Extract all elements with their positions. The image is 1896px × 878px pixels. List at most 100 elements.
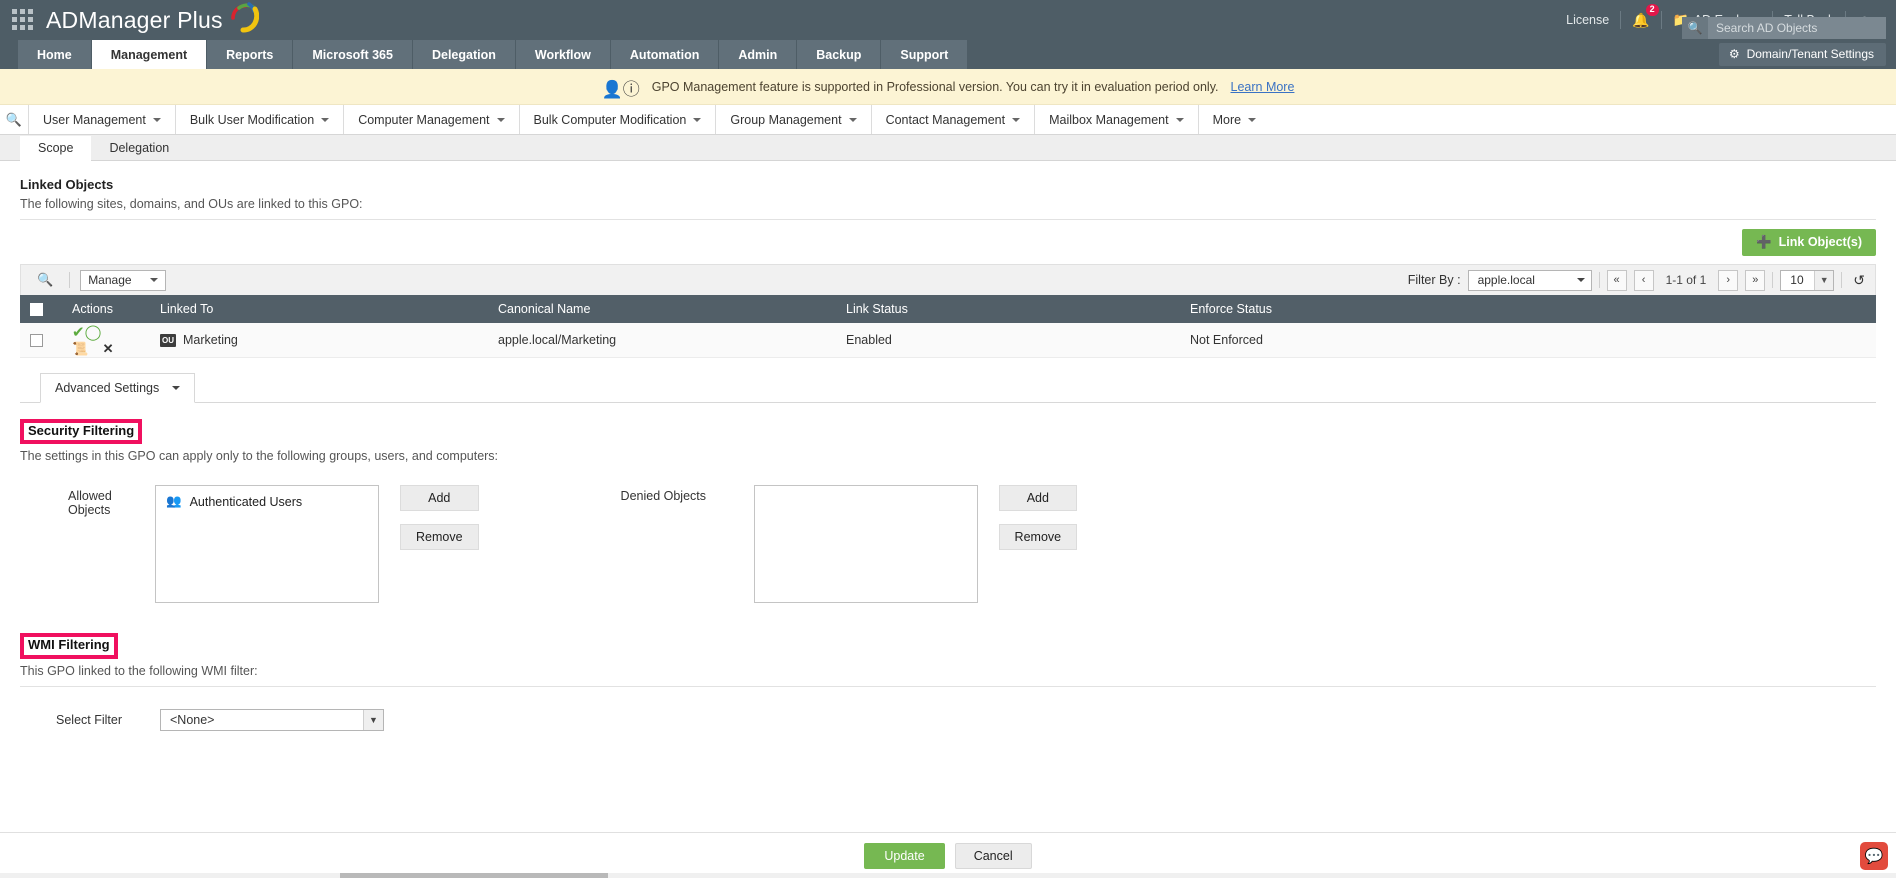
app-title-text: ADManager Plus bbox=[46, 6, 223, 33]
enforce-link-icon[interactable]: 📜 bbox=[72, 341, 88, 357]
domain-tenant-settings-button[interactable]: ⚙ Domain/Tenant Settings bbox=[1718, 43, 1886, 66]
nav-tab-backup[interactable]: Backup bbox=[797, 40, 882, 69]
submenu-item-label: Contact Management bbox=[885, 112, 1006, 127]
row-checkbox[interactable] bbox=[30, 334, 43, 348]
update-button[interactable]: Update bbox=[864, 842, 945, 869]
app-grid-icon[interactable] bbox=[12, 9, 34, 31]
nav-tab-support[interactable]: Support bbox=[881, 40, 969, 69]
table-row[interactable]: ✔◯ 📜 ✕ OU Marketing apple.local/Marketing… bbox=[20, 323, 1876, 358]
support-chat-icon[interactable]: 💬 bbox=[1860, 842, 1888, 870]
select-filter-row: Select Filter <None> ▼ bbox=[20, 708, 1876, 731]
submenu-item-mailbox-management[interactable]: Mailbox Management bbox=[1034, 105, 1198, 134]
submenu-item-group-management[interactable]: Group Management bbox=[715, 105, 870, 134]
advanced-settings-tab[interactable]: Advanced Settings bbox=[40, 373, 196, 403]
scrollbar-thumb[interactable] bbox=[340, 873, 608, 878]
select-all-checkbox[interactable] bbox=[30, 303, 43, 317]
row-link-status-cell: Enabled bbox=[836, 323, 1180, 358]
submenu-item-bulk-computer-modification[interactable]: Bulk Computer Modification bbox=[518, 105, 716, 134]
submenu-item-label: Mailbox Management bbox=[1049, 112, 1169, 127]
manage-dropdown[interactable]: Manage bbox=[80, 269, 167, 291]
filter-by-dropdown[interactable]: apple.local bbox=[1467, 269, 1592, 291]
row-enforce-status-cell: Not Enforced bbox=[1180, 323, 1876, 358]
link-objects-row: ➕ Link Object(s) bbox=[20, 220, 1876, 264]
notifications-button[interactable]: 🔔 2 bbox=[1621, 4, 1660, 29]
submenu-item-label: Bulk Computer Modification bbox=[533, 112, 687, 127]
submenu-item-bulk-user-modification[interactable]: Bulk User Modification bbox=[174, 105, 343, 134]
chevron-down-icon bbox=[1576, 278, 1585, 282]
rows-per-page-value: 10 bbox=[1790, 273, 1804, 287]
chevron-down-icon bbox=[150, 278, 159, 282]
allowed-objects-list[interactable]: 👥 Authenticated Users bbox=[155, 485, 379, 604]
cancel-button[interactable]: Cancel bbox=[954, 842, 1032, 869]
allowed-remove-button[interactable]: Remove bbox=[400, 524, 479, 551]
nav-tab-delegation[interactable]: Delegation bbox=[412, 40, 516, 69]
list-item[interactable]: 👥 Authenticated Users bbox=[166, 494, 368, 509]
denied-objects-buttons: Add Remove bbox=[998, 485, 1078, 551]
remove-link-icon[interactable]: ✕ bbox=[103, 341, 114, 357]
prev-page-button[interactable]: ‹ bbox=[1633, 269, 1654, 291]
ad-search-group: 🔍 bbox=[1682, 17, 1886, 39]
filter-by-label: Filter By : bbox=[1407, 273, 1461, 287]
grid-search-icon[interactable]: 🔍 bbox=[31, 272, 59, 288]
allowed-objects-label: Allowed Objects bbox=[68, 489, 112, 518]
submenu-item-label: More bbox=[1212, 112, 1242, 127]
gear-icon: ⚙ bbox=[1728, 47, 1740, 61]
nav-tab-reports[interactable]: Reports bbox=[207, 40, 294, 69]
notification-badge: 2 bbox=[1645, 4, 1659, 16]
info-user-icon: 👤ⓘ bbox=[601, 80, 640, 99]
nav-tab-admin[interactable]: Admin bbox=[719, 40, 798, 69]
nav-tab-workflow[interactable]: Workflow bbox=[515, 40, 611, 69]
page-tab-bar: Scope Delegation bbox=[0, 135, 1896, 161]
license-link[interactable]: License bbox=[1555, 11, 1620, 29]
users-group-icon: 👥 bbox=[166, 494, 182, 509]
main-content: Linked Objects The following sites, doma… bbox=[0, 161, 1896, 878]
refresh-icon[interactable]: ↺ bbox=[1849, 272, 1865, 289]
nav-tab-automation[interactable]: Automation bbox=[610, 40, 720, 69]
chevron-down-icon bbox=[1175, 117, 1184, 122]
denied-objects-list[interactable] bbox=[753, 485, 978, 604]
submenu-search-icon[interactable]: 🔍 bbox=[0, 105, 28, 134]
denied-add-button[interactable]: Add bbox=[998, 485, 1078, 512]
toolbar-divider-3 bbox=[1772, 272, 1774, 288]
search-icon[interactable]: 🔍 bbox=[1682, 17, 1708, 39]
column-linked-to: Linked To bbox=[150, 295, 488, 323]
security-filtering-section: Security Filtering The settings in this … bbox=[20, 419, 1876, 604]
select-filter-dropdown[interactable]: <None> ▼ bbox=[160, 708, 384, 731]
denied-remove-button[interactable]: Remove bbox=[998, 524, 1078, 551]
advanced-settings-underline bbox=[20, 402, 1876, 403]
linked-objects-subtitle: The following sites, domains, and OUs ar… bbox=[20, 197, 363, 211]
rows-per-page-dropdown[interactable]: 10 ▼ bbox=[1780, 269, 1835, 291]
row-select-cell bbox=[20, 323, 62, 358]
denied-objects-label: Denied Objects bbox=[620, 489, 707, 504]
allowed-add-button[interactable]: Add bbox=[400, 485, 479, 512]
submenu-item-list: User Management Bulk User Modification Com… bbox=[28, 105, 1270, 134]
enable-link-icon[interactable]: ✔◯ bbox=[72, 323, 101, 341]
link-objects-button[interactable]: ➕ Link Object(s) bbox=[1742, 228, 1876, 256]
first-page-button[interactable]: « bbox=[1606, 269, 1627, 291]
submenu-item-more[interactable]: More bbox=[1197, 105, 1270, 134]
link-objects-label: Link Object(s) bbox=[1778, 235, 1862, 249]
page-tab-list: Scope Delegation bbox=[20, 135, 187, 161]
page-tab-scope[interactable]: Scope bbox=[20, 136, 92, 161]
horizontal-scrollbar[interactable] bbox=[0, 873, 1896, 878]
row-canonical-name-cell: apple.local/Marketing bbox=[488, 323, 836, 358]
advanced-settings-section: Advanced Settings bbox=[20, 373, 1876, 403]
submenu-item-user-management[interactable]: User Management bbox=[28, 105, 175, 134]
nav-tab-management[interactable]: Management bbox=[91, 40, 208, 69]
submenu-item-contact-management[interactable]: Contact Management bbox=[870, 105, 1035, 134]
wmi-filtering-heading: WMI Filtering bbox=[20, 633, 118, 659]
security-filtering-heading: Security Filtering bbox=[20, 419, 143, 445]
last-page-button[interactable]: » bbox=[1745, 269, 1766, 291]
table-body: ✔◯ 📜 ✕ OU Marketing apple.local/Marketing… bbox=[20, 323, 1876, 358]
nav-tab-microsoft-365[interactable]: Microsoft 365 bbox=[293, 40, 413, 69]
manage-dropdown-label: Manage bbox=[88, 273, 132, 287]
chevron-down-icon bbox=[693, 117, 702, 122]
learn-more-link[interactable]: Learn More bbox=[1231, 80, 1295, 94]
toolbar-divider-1 bbox=[69, 272, 71, 288]
chevron-down-icon: ▼ bbox=[363, 709, 383, 730]
nav-tab-home[interactable]: Home bbox=[18, 40, 92, 69]
page-tab-delegation[interactable]: Delegation bbox=[91, 135, 187, 160]
search-input[interactable] bbox=[1708, 17, 1886, 39]
submenu-item-computer-management[interactable]: Computer Management bbox=[343, 105, 518, 134]
next-page-button[interactable]: › bbox=[1718, 269, 1739, 291]
